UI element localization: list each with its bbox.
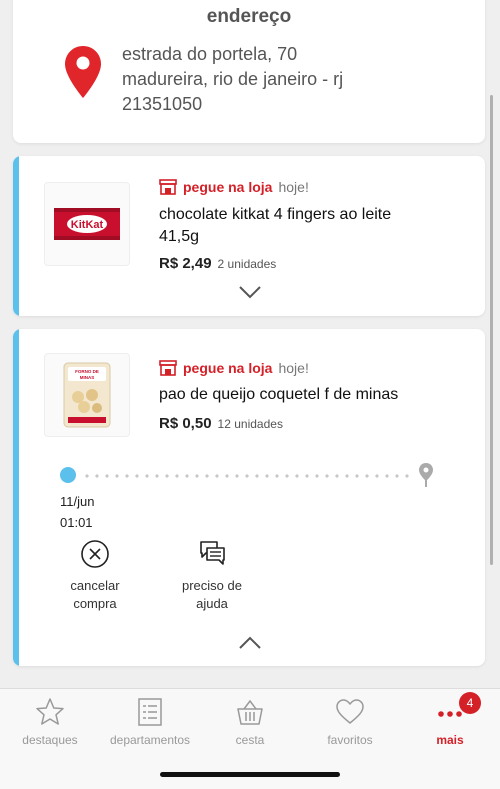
chat-bubble-icon bbox=[200, 541, 225, 565]
order-item-card[interactable]: FORNO DE MINAS pegue na loja hoje! pao d… bbox=[13, 329, 485, 666]
address-street: estrada do portela, 70 bbox=[122, 44, 298, 64]
nav-label: departamentos bbox=[109, 733, 191, 747]
timeline-datetime: 11/jun 01:01 bbox=[60, 491, 94, 533]
pickup-info: pegue na loja hoje! bbox=[159, 360, 309, 376]
location-pin-icon bbox=[65, 46, 101, 98]
timeline-time: 01:01 bbox=[60, 515, 93, 530]
pickup-when: hoje! bbox=[278, 360, 309, 376]
product-thumbnail[interactable]: KitKat bbox=[44, 182, 130, 266]
pickup-label: pegue na loja bbox=[183, 360, 273, 376]
store-icon bbox=[159, 360, 177, 376]
timeline-start-dot bbox=[60, 467, 76, 483]
address-lines: estrada do portela, 70 madureira, rio de… bbox=[122, 42, 343, 117]
heart-icon bbox=[336, 699, 364, 724]
cancel-order-label: cancelar bbox=[70, 578, 120, 593]
product-name-line: 41,5g bbox=[159, 228, 200, 245]
nav-item-destaques[interactable]: destaques bbox=[0, 697, 100, 747]
scrollbar[interactable] bbox=[490, 95, 493, 565]
nav-item-favoritos[interactable]: favoritos bbox=[300, 697, 400, 747]
destination-pin-icon bbox=[419, 463, 433, 487]
pao-de-queijo-bag-image: FORNO DE MINAS bbox=[63, 362, 111, 428]
nav-item-departamentos[interactable]: departamentos bbox=[100, 697, 200, 747]
address-card: endereço estrada do portela, 70 madureir… bbox=[13, 0, 485, 143]
nav-item-mais[interactable]: 4 mais bbox=[400, 692, 500, 747]
pickup-info: pegue na loja hoje! bbox=[159, 179, 309, 195]
cancel-circle-icon bbox=[81, 540, 109, 568]
notification-badge: 4 bbox=[459, 692, 481, 714]
nav-label: destaques bbox=[22, 733, 78, 747]
pickup-label: pegue na loja bbox=[183, 179, 273, 195]
star-icon bbox=[36, 698, 64, 725]
product-name-line: pao de queijo coquetel f de minas bbox=[159, 386, 399, 403]
nav-label: favoritos bbox=[327, 733, 373, 747]
product-name: chocolate kitkat 4 fingers ao leite 41,5… bbox=[159, 204, 459, 248]
status-accent-bar bbox=[13, 329, 19, 666]
cancel-order-label: compra bbox=[73, 596, 117, 611]
product-name: pao de queijo coquetel f de minas bbox=[159, 384, 459, 406]
order-item-card[interactable]: KitKat pegue na loja hoje! chocolate kit… bbox=[13, 156, 485, 316]
nav-item-cesta[interactable]: cesta bbox=[200, 697, 300, 747]
address-city: madureira, rio de janeiro - rj bbox=[122, 69, 344, 89]
address-zip: 21351050 bbox=[122, 94, 203, 114]
basket-icon bbox=[237, 699, 263, 725]
need-help-label: ajuda bbox=[196, 596, 228, 611]
timeline-progress-dots bbox=[82, 474, 412, 478]
order-timeline bbox=[60, 463, 440, 487]
price-row: R$ 2,49 2 unidades bbox=[159, 255, 276, 272]
chevron-down-icon[interactable] bbox=[238, 285, 262, 299]
price-row: R$ 0,50 12 unidades bbox=[159, 415, 283, 432]
timeline-date: 11/jun bbox=[60, 494, 95, 509]
svg-text:FORNO DE: FORNO DE bbox=[75, 369, 99, 374]
need-help-label: preciso de bbox=[182, 578, 242, 593]
nav-label: cesta bbox=[235, 733, 265, 747]
product-quantity: 12 unidades bbox=[217, 417, 283, 431]
product-name-line: chocolate kitkat 4 fingers ao leite bbox=[159, 206, 392, 223]
status-accent-bar bbox=[13, 156, 19, 316]
pickup-when: hoje! bbox=[278, 179, 309, 195]
nav-label: mais bbox=[436, 733, 464, 747]
kitkat-wrapper-image: KitKat bbox=[54, 208, 120, 240]
svg-text:KitKat: KitKat bbox=[71, 219, 104, 231]
need-help-button[interactable]: preciso de ajuda bbox=[167, 539, 257, 613]
product-price: R$ 2,49 bbox=[159, 255, 212, 272]
home-indicator bbox=[160, 772, 340, 777]
product-quantity: 2 unidades bbox=[217, 257, 277, 271]
product-thumbnail[interactable]: FORNO DE MINAS bbox=[44, 353, 130, 437]
list-icon bbox=[138, 698, 162, 726]
store-icon bbox=[159, 179, 177, 195]
address-title: endereço bbox=[206, 6, 292, 27]
cancel-order-button[interactable]: cancelar compra bbox=[50, 539, 140, 613]
product-price: R$ 0,50 bbox=[159, 415, 212, 432]
chevron-up-icon[interactable] bbox=[238, 636, 262, 650]
svg-text:MINAS: MINAS bbox=[80, 375, 95, 380]
